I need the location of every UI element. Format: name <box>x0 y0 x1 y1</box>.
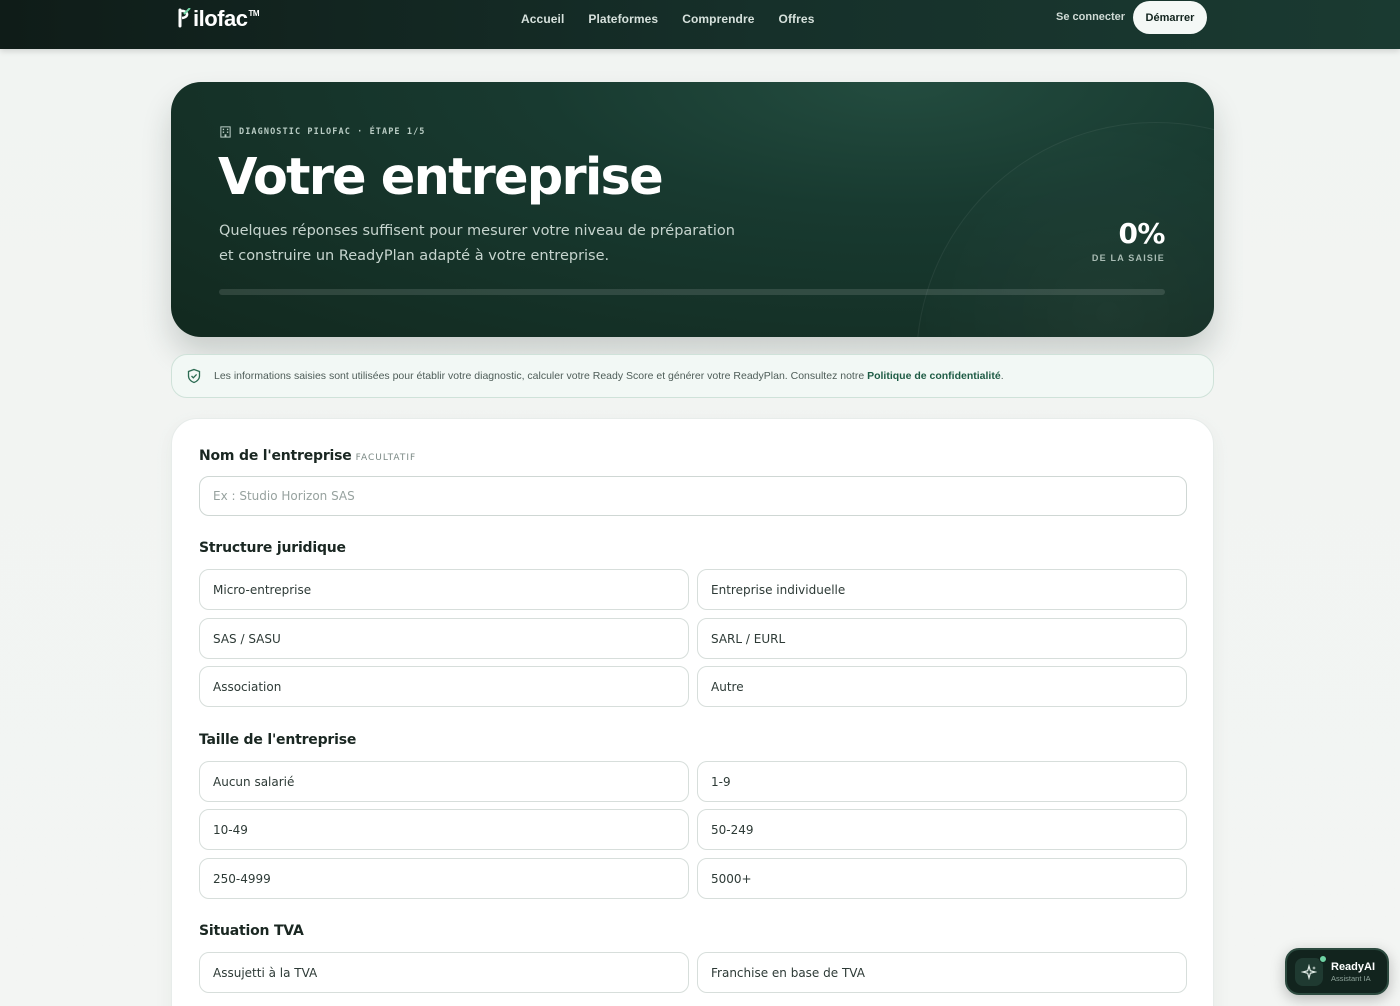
pilofac-logo[interactable]: ilofac TM <box>178 6 260 31</box>
vat-status-label: Situation TVA <box>199 923 304 939</box>
building-icon <box>220 126 231 138</box>
privacy-notice: Les informations saisies sont utilisées … <box>171 354 1214 398</box>
logo-mark-icon <box>178 7 192 28</box>
step-eyebrow: DIAGNOSTIC PILOFAC · ÉTAPE 1/5 <box>219 125 426 138</box>
option-vat-subject[interactable]: Assujetti à la TVA <box>199 952 689 993</box>
logo-tm: TM <box>248 9 260 18</box>
completion-percent: 0% <box>1118 217 1165 250</box>
main-nav: Accueil Plateformes Comprendre Offres <box>521 12 814 26</box>
nav-plateformes[interactable]: Plateformes <box>588 12 658 26</box>
nav-comprendre[interactable]: Comprendre <box>682 12 754 26</box>
top-navigation: ilofac TM Accueil Plateformes Comprendre… <box>0 0 1400 49</box>
decorative-arc <box>916 122 1214 337</box>
option-vat-franchise[interactable]: Franchise en base de TVA <box>697 952 1187 993</box>
progress-bar <box>219 289 1165 295</box>
option-size-250-4999[interactable]: 250-4999 <box>199 858 689 899</box>
readyai-assistant-button[interactable]: ReadyAI Assistant IA <box>1285 948 1389 995</box>
option-size-10-49[interactable]: 10-49 <box>199 809 689 850</box>
option-autre[interactable]: Autre <box>697 666 1187 707</box>
option-size-50-249[interactable]: 50-249 <box>697 809 1187 850</box>
option-size-none[interactable]: Aucun salarié <box>199 761 689 802</box>
option-entreprise-individuelle[interactable]: Entreprise individuelle <box>697 569 1187 610</box>
notice-text: Les informations saisies sont utilisées … <box>214 370 1004 382</box>
option-size-1-9[interactable]: 1-9 <box>697 761 1187 802</box>
start-button[interactable]: Démarrer <box>1133 1 1207 34</box>
option-micro-entreprise[interactable]: Micro-entreprise <box>199 569 689 610</box>
logo-text: ilofac <box>193 6 248 31</box>
nav-accueil[interactable]: Accueil <box>521 12 564 26</box>
completion-label: DE LA SAISIE <box>1091 253 1165 263</box>
nav-offres[interactable]: Offres <box>779 12 815 26</box>
eyebrow-text: DIAGNOSTIC PILOFAC · ÉTAPE 1/5 <box>239 126 426 137</box>
option-size-5000-plus[interactable]: 5000+ <box>697 858 1187 899</box>
option-association[interactable]: Association <box>199 666 689 707</box>
company-form: Nom de l'entrepriseFACULTATIF Structure … <box>171 418 1214 1006</box>
page-subtitle: Quelques réponses suffisent pour mesurer… <box>219 223 735 264</box>
login-link[interactable]: Se connecter <box>1056 11 1125 23</box>
diagnostic-hero: DIAGNOSTIC PILOFAC · ÉTAPE 1/5 Votre ent… <box>171 82 1214 337</box>
online-status-dot <box>1319 955 1327 963</box>
page-title: Votre entreprise <box>218 148 664 207</box>
company-size-label: Taille de l'entreprise <box>199 732 357 748</box>
company-name-label: Nom de l'entreprise FACULTATIF <box>199 448 417 464</box>
company-name-input[interactable] <box>199 476 1187 516</box>
assistant-title: ReadyAI <box>1331 960 1376 973</box>
legal-structure-label: Structure juridique <box>199 540 346 556</box>
assistant-labels: ReadyAI Assistant IA <box>1331 961 1375 983</box>
option-sas-sasu[interactable]: SAS / SASU <box>199 618 689 659</box>
optional-tag: FACULTATIF <box>355 453 417 463</box>
privacy-policy-link[interactable]: Politique de confidentialité <box>867 370 1001 382</box>
completion-indicator: 0% DE LA SAISIE <box>1091 217 1166 263</box>
option-sarl-eurl[interactable]: SARL / EURL <box>697 618 1187 659</box>
sparkle-icon <box>1295 957 1323 986</box>
shield-check-icon <box>187 368 201 384</box>
assistant-subtitle: Assistant IA <box>1331 973 1371 983</box>
